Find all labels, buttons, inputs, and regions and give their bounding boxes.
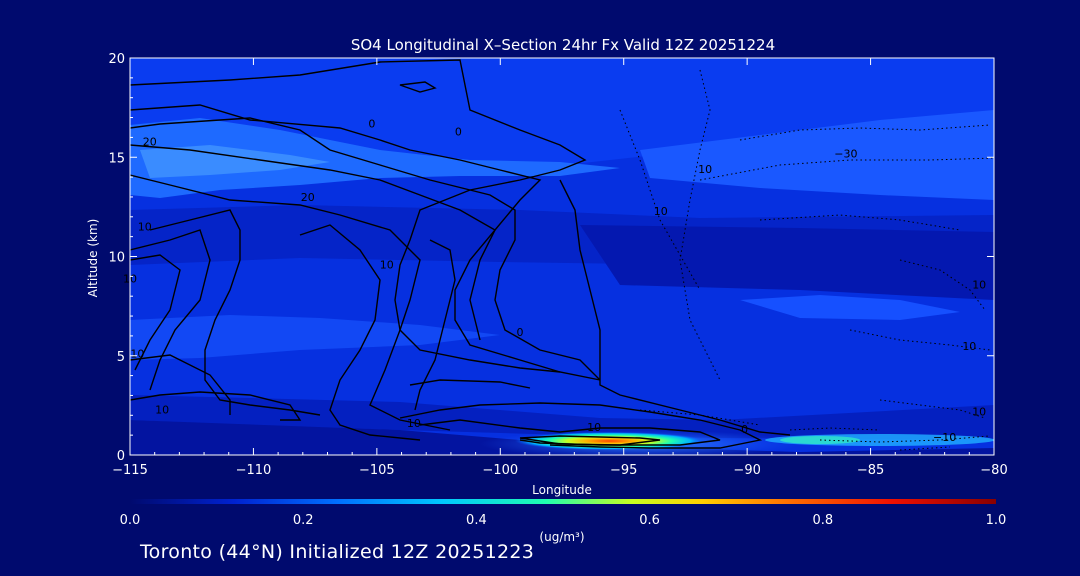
- colorbar-tick-label: 0.4: [466, 513, 487, 528]
- contour-label: 0: [741, 423, 748, 436]
- initialization-caption: Toronto (44°N) Initialized 12Z 20251223: [140, 541, 535, 563]
- contour-label: 10: [972, 405, 986, 418]
- contour-label: 0: [368, 117, 375, 130]
- contour-label: 10: [155, 403, 169, 416]
- y-tick-label: 5: [117, 350, 125, 365]
- x-axis-label: Longitude: [532, 483, 592, 497]
- colorbar-units: (ug/m³): [539, 530, 584, 544]
- y-tick-label: 10: [108, 251, 125, 266]
- y-tick-label: 0: [117, 449, 125, 464]
- contour-label: −30: [834, 147, 857, 160]
- colorbar-tick-label: 0.6: [639, 513, 660, 528]
- contour-label: 10: [380, 258, 394, 271]
- chart-figure: SO4 Longitudinal X–Section 24hr Fx Valid…: [86, 36, 1008, 544]
- colorbar: [130, 499, 996, 504]
- y-tick-label: 20: [108, 52, 125, 67]
- x-tick-label: −115: [112, 463, 148, 478]
- contour-label: 10: [123, 272, 137, 285]
- contour-label: 10: [130, 348, 144, 361]
- contour-label: 0: [455, 125, 462, 138]
- colorbar-ticks: 0.0 0.2 0.4 0.6 0.8 1.0: [120, 513, 1007, 528]
- contour-label: 10: [138, 221, 152, 234]
- x-tick-label: −100: [482, 463, 518, 478]
- plot-area: [130, 58, 994, 455]
- colorbar-tick-label: 0.2: [293, 513, 314, 528]
- colorbar-tick-label: 0.0: [120, 513, 141, 528]
- x-tick-label: −80: [980, 463, 1007, 478]
- x-tick-label: −110: [236, 463, 272, 478]
- contour-label: 10: [698, 163, 712, 176]
- x-tick-label: −85: [857, 463, 884, 478]
- y-axis-label: Altitude (km): [86, 219, 100, 298]
- chart-title: SO4 Longitudinal X–Section 24hr Fx Valid…: [351, 36, 775, 54]
- contour-label: 20: [301, 191, 315, 204]
- x-tick-label: −90: [733, 463, 760, 478]
- colorbar-tick-label: 0.8: [812, 513, 833, 528]
- contour-label: −10: [933, 431, 956, 444]
- x-tick-label: −105: [359, 463, 395, 478]
- contour-label: 10: [587, 421, 601, 434]
- contour-label: 10: [972, 278, 986, 291]
- contour-label: 10: [962, 340, 976, 353]
- y-tick-label: 15: [108, 151, 125, 166]
- contour-label: 20: [143, 135, 157, 148]
- contour-label: 10: [654, 205, 668, 218]
- contour-label: 0: [517, 326, 524, 339]
- colorbar-tick-label: 1.0: [986, 513, 1007, 528]
- contour-label: 10: [407, 417, 421, 430]
- x-tick-label: −95: [610, 463, 637, 478]
